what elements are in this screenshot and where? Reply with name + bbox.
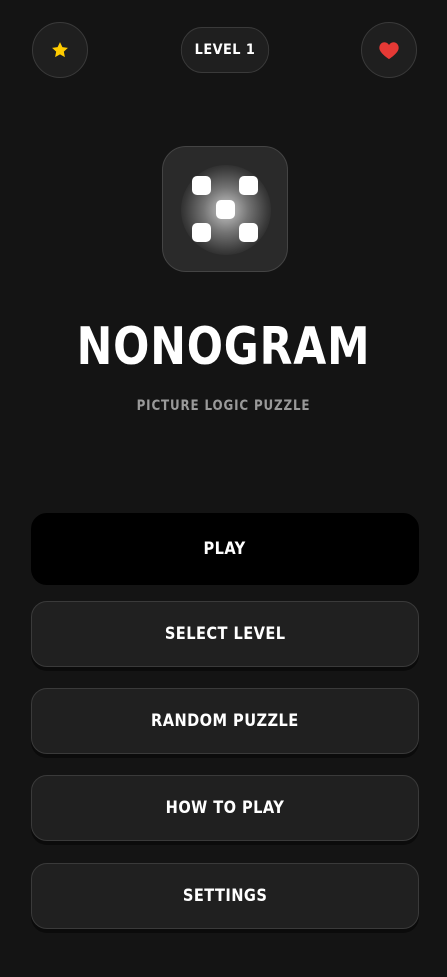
settings-label: SETTINGS: [182, 886, 268, 906]
app-logo: [162, 146, 288, 272]
heart-icon: [379, 42, 399, 60]
select-level-label: SELECT LEVEL: [164, 624, 286, 644]
play-button[interactable]: PLAY: [31, 513, 419, 585]
logo-cell: [239, 223, 258, 242]
level-label: LEVEL 1: [194, 42, 256, 58]
how-to-play-button[interactable]: HOW TO PLAY: [31, 775, 419, 841]
random-puzzle-label: RANDOM PUZZLE: [151, 711, 299, 731]
logo-cell: [192, 223, 211, 242]
favorites-button[interactable]: [32, 22, 88, 78]
how-to-play-label: HOW TO PLAY: [165, 798, 285, 818]
random-puzzle-button[interactable]: RANDOM PUZZLE: [31, 688, 419, 754]
game-title: NONOGRAM: [76, 317, 371, 377]
game-subtitle: PICTURE LOGIC PUZZLE: [136, 398, 311, 414]
play-label: PLAY: [203, 539, 247, 559]
select-level-button[interactable]: SELECT LEVEL: [31, 601, 419, 667]
star-icon: [52, 42, 68, 58]
level-indicator: LEVEL 1: [180, 27, 270, 73]
settings-button[interactable]: SETTINGS: [31, 863, 419, 929]
home-screen: LEVEL 1 NONOGRAM PICTURE LOGIC PUZZLE PL…: [0, 0, 447, 977]
logo-cell: [216, 200, 235, 219]
logo-cell: [192, 176, 211, 195]
lives-button[interactable]: [361, 22, 417, 78]
logo-cell: [239, 176, 258, 195]
